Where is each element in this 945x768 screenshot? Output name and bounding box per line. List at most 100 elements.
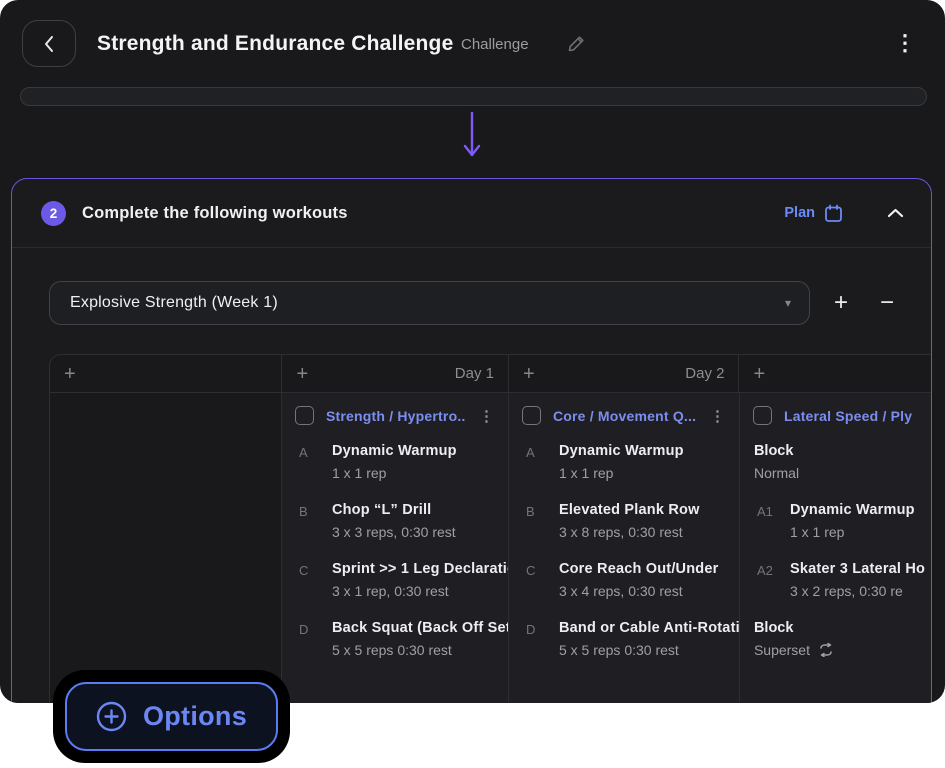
- exercise-row[interactable]: D Back Squat (Back Off Set) 5 x 5 reps 0…: [282, 620, 508, 658]
- exercise-row[interactable]: A1 Dynamic Warmup 1 x 1 rep: [740, 502, 932, 540]
- plan-button[interactable]: Plan: [784, 204, 843, 223]
- workout-board: + + Day 1 + Day 2 +: [49, 354, 932, 703]
- workout-title[interactable]: Lateral Speed / Ply: [784, 408, 932, 424]
- exercise-tag: D: [299, 620, 332, 658]
- workout-card-day2[interactable]: Core / Movement Q... ⋮ A Dynamic Warmup …: [508, 393, 739, 703]
- workout-title[interactable]: Core / Movement Q...: [553, 408, 696, 424]
- remove-week-button[interactable]: −: [872, 288, 902, 318]
- exercise-detail: 5 x 5 reps 0:30 rest: [332, 642, 516, 658]
- exercise-tag: A: [299, 443, 332, 481]
- exercise-name: Sprint >> 1 Leg Declarations: [332, 561, 533, 577]
- board-header-cell: +: [738, 355, 932, 392]
- caret-down-icon: ▾: [785, 296, 791, 310]
- block-type: Normal: [754, 465, 932, 481]
- exercise-name: Elevated Plank Row: [559, 502, 700, 518]
- exercise-detail: 3 x 8 reps, 0:30 rest: [559, 524, 700, 540]
- board-body: Strength / Hypertro... ⋮ A Dynamic Warmu…: [50, 393, 932, 703]
- exercise-tag: B: [299, 502, 332, 540]
- workout-menu-icon[interactable]: ⋮: [708, 407, 727, 425]
- add-workout-icon[interactable]: +: [64, 364, 76, 384]
- exercise-row[interactable]: C Sprint >> 1 Leg Declarations 3 x 1 rep…: [282, 561, 508, 599]
- exercise-row[interactable]: A Dynamic Warmup 1 x 1 rep: [509, 443, 739, 481]
- options-button-highlight: Options: [53, 670, 290, 763]
- exercise-tag: C: [299, 561, 332, 599]
- superset-repeat-icon: [818, 643, 834, 657]
- block-row[interactable]: Block Normal: [740, 443, 932, 481]
- calendar-icon: [824, 204, 843, 223]
- exercise-list: A Dynamic Warmup 1 x 1 rep B Elevated Pl…: [509, 443, 739, 658]
- exercise-name: Dynamic Warmup: [559, 443, 684, 459]
- exercise-name: Dynamic Warmup: [790, 502, 915, 518]
- app-window: Strength and Endurance Challenge Challen…: [0, 0, 945, 703]
- exercise-name: Core Reach Out/Under: [559, 561, 719, 577]
- workout-card-header: Lateral Speed / Ply: [740, 393, 932, 437]
- step-title: Complete the following workouts: [82, 204, 784, 223]
- step-panel: 2 Complete the following workouts Plan E…: [11, 178, 932, 703]
- block-name: Block: [754, 443, 932, 459]
- workout-title[interactable]: Strength / Hypertro...: [326, 408, 465, 424]
- workout-card-header: Core / Movement Q... ⋮: [509, 393, 739, 437]
- week-selector-row: Explosive Strength (Week 1) ▾ + −: [49, 281, 902, 325]
- day-label: Day 2: [685, 365, 724, 382]
- page-subtitle: Challenge: [461, 36, 529, 53]
- workout-checkbox[interactable]: [522, 406, 541, 425]
- workout-card-header: Strength / Hypertro... ⋮: [282, 393, 508, 437]
- exercise-row[interactable]: C Core Reach Out/Under 3 x 4 reps, 0:30 …: [509, 561, 739, 599]
- workout-card-day3[interactable]: Lateral Speed / Ply Block Normal A1 Dyna…: [739, 393, 932, 703]
- exercise-detail: 3 x 3 reps, 0:30 rest: [332, 524, 456, 540]
- exercise-list: Block Normal A1 Dynamic Warmup 1 x 1 rep…: [740, 443, 932, 658]
- exercise-detail: 1 x 1 rep: [559, 465, 684, 481]
- plan-label: Plan: [784, 205, 815, 221]
- add-workout-icon[interactable]: +: [753, 364, 765, 384]
- options-button-label: Options: [143, 701, 247, 732]
- collapsed-step-card[interactable]: [20, 87, 927, 106]
- board-header: + + Day 1 + Day 2 +: [50, 355, 932, 393]
- chevron-up-icon: [887, 208, 904, 218]
- add-workout-icon[interactable]: +: [523, 364, 535, 384]
- add-workout-icon[interactable]: +: [296, 364, 308, 384]
- exercise-name: Back Squat (Back Off Set): [332, 620, 516, 636]
- chevron-left-icon: [43, 35, 55, 53]
- exercise-detail: 3 x 4 reps, 0:30 rest: [559, 583, 719, 599]
- exercise-tag: C: [526, 561, 559, 599]
- exercise-name: Skater 3 Lateral Ho: [790, 561, 925, 577]
- exercise-row[interactable]: B Elevated Plank Row 3 x 8 reps, 0:30 re…: [509, 502, 739, 540]
- exercise-row[interactable]: A2 Skater 3 Lateral Ho 3 x 2 reps, 0:30 …: [740, 561, 932, 599]
- workout-checkbox[interactable]: [753, 406, 772, 425]
- day-label: Day 1: [455, 365, 494, 382]
- options-button[interactable]: Options: [65, 682, 278, 751]
- edit-pencil-icon[interactable]: [566, 34, 586, 54]
- block-name: Block: [754, 620, 932, 636]
- exercise-row[interactable]: A Dynamic Warmup 1 x 1 rep: [282, 443, 508, 481]
- exercise-detail: 3 x 2 reps, 0:30 re: [790, 583, 925, 599]
- exercise-detail: 5 x 5 reps 0:30 rest: [559, 642, 753, 658]
- exercise-tag: A: [526, 443, 559, 481]
- exercise-tag: D: [526, 620, 559, 658]
- exercise-detail: 1 x 1 rep: [332, 465, 457, 481]
- overflow-menu-icon[interactable]: ⋮: [893, 28, 917, 58]
- exercise-tag: B: [526, 502, 559, 540]
- workout-card-day1[interactable]: Strength / Hypertro... ⋮ A Dynamic Warmu…: [281, 393, 508, 703]
- flow-arrow-down-icon: [462, 111, 482, 159]
- week-select-dropdown[interactable]: Explosive Strength (Week 1) ▾: [49, 281, 810, 325]
- exercise-name: Band or Cable Anti-Rotati...: [559, 620, 753, 636]
- exercise-row[interactable]: B Chop “L” Drill 3 x 3 reps, 0:30 rest: [282, 502, 508, 540]
- app-header: Strength and Endurance Challenge Challen…: [0, 0, 945, 86]
- add-week-button[interactable]: +: [826, 288, 856, 318]
- board-header-cell: + Day 1: [281, 355, 508, 392]
- plus-circle-icon: [96, 701, 127, 732]
- collapse-section-button[interactable]: [887, 208, 904, 218]
- workout-checkbox[interactable]: [295, 406, 314, 425]
- exercise-name: Dynamic Warmup: [332, 443, 457, 459]
- workout-menu-icon[interactable]: ⋮: [477, 407, 496, 425]
- block-type: Superset: [754, 642, 810, 658]
- exercise-detail: 1 x 1 rep: [790, 524, 915, 540]
- exercise-list: A Dynamic Warmup 1 x 1 rep B Chop “L” Dr…: [282, 443, 508, 658]
- board-header-cell: +: [50, 355, 281, 392]
- back-button[interactable]: [22, 20, 76, 67]
- block-row[interactable]: Block Superset: [740, 620, 932, 658]
- board-header-cell: + Day 2: [508, 355, 738, 392]
- exercise-detail: 3 x 1 rep, 0:30 rest: [332, 583, 533, 599]
- exercise-row[interactable]: D Band or Cable Anti-Rotati... 5 x 5 rep…: [509, 620, 739, 658]
- step-header: 2 Complete the following workouts Plan: [12, 179, 931, 248]
